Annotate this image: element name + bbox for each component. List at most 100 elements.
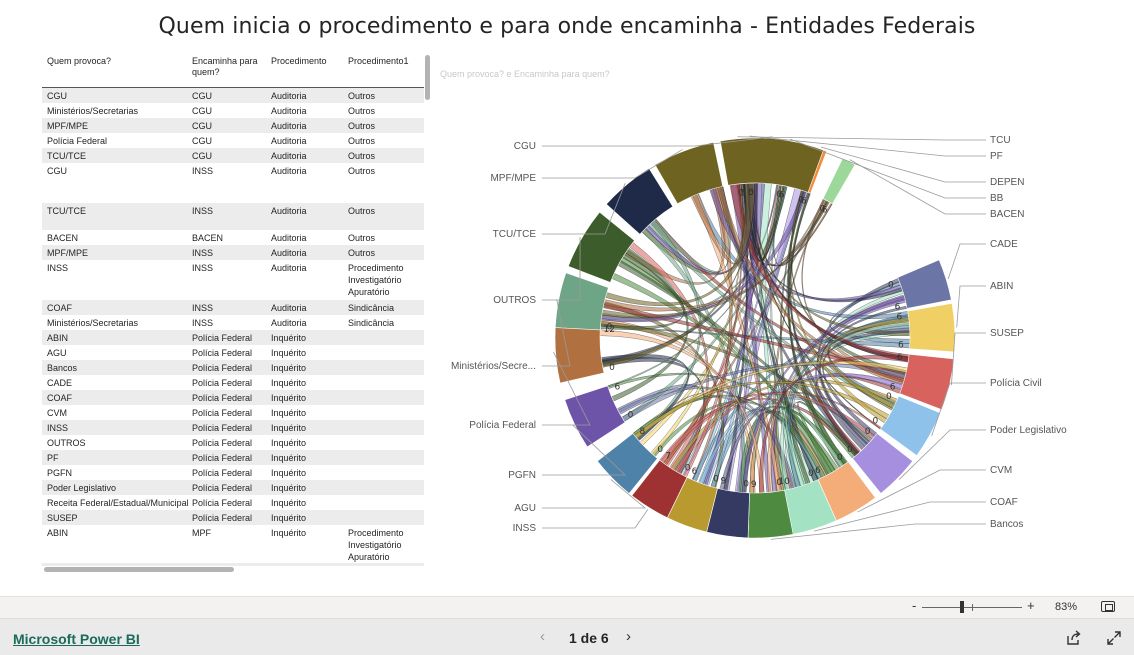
chord-entity-label: OUTROS xyxy=(493,295,536,306)
chord-tick-label: 5 xyxy=(741,188,747,198)
chord-arc[interactable] xyxy=(907,302,956,353)
table-cell: Auditoria xyxy=(271,233,307,243)
chord-leader-line xyxy=(951,332,986,386)
chord-tick-label: 9 xyxy=(721,477,727,487)
table-row[interactable]: BACEN BACEN Auditoria Outros xyxy=(42,230,424,245)
table-row[interactable]: Ministérios/Secretarias INSS Auditoria Sind… xyxy=(42,315,424,330)
table-row[interactable]: PF Polícia Federal Inquérito xyxy=(42,450,424,465)
chord-arc[interactable] xyxy=(822,157,856,205)
table-cell: CVM xyxy=(47,408,67,418)
table-row[interactable]: COAF Polícia Federal Inquérito xyxy=(42,390,424,405)
table-row[interactable]: CVM Polícia Federal Inquérito xyxy=(42,405,424,420)
table-row[interactable]: COAF INSS Auditoria Sindicância xyxy=(42,300,424,315)
zoom-percentage: 83% xyxy=(1055,601,1078,613)
table-row[interactable]: Ministérios/Secretarias CGU Auditoria Outro… xyxy=(42,103,424,118)
chevron-right-icon[interactable]: › xyxy=(626,628,631,645)
share-icon[interactable] xyxy=(1066,630,1082,646)
table-cell: Ministérios/Secretarias xyxy=(47,318,139,328)
chord-tick-label: 0 xyxy=(888,280,894,290)
column-header-procedimento1[interactable]: Procedimento1 xyxy=(348,56,424,67)
chord-arc[interactable] xyxy=(554,272,609,331)
chord-tick-label: 6 xyxy=(615,383,621,393)
table-cell: TCU/TCE xyxy=(47,151,86,161)
table-row[interactable]: MPF/MPE CGU Auditoria Outros xyxy=(42,118,424,133)
column-header-procedimento[interactable]: Procedimento xyxy=(271,56,341,67)
column-header-encaminha[interactable]: Encaminha para quem? xyxy=(192,56,262,78)
table-row[interactable]: Poder Legislativo Polícia Federal Inquérit… xyxy=(42,480,424,495)
table-row[interactable]: INSS Polícia Federal Inquérito xyxy=(42,420,424,435)
table-row[interactable]: CGU INSS Auditoria Outros xyxy=(42,163,424,203)
table-cell: Outros xyxy=(348,233,376,243)
chord-tick-label: 6 xyxy=(822,206,828,216)
table-row[interactable]: Bancos Polícia Federal Inquérito xyxy=(42,360,424,375)
power-bi-link[interactable]: Microsoft Power BI xyxy=(13,631,140,647)
table-cell: SUSEP xyxy=(47,513,78,523)
chord-tick-label: 5 xyxy=(748,188,754,198)
table-row[interactable]: Receita Federal/Estadual/Municipal Políci… xyxy=(42,495,424,510)
table-cell: ABIN xyxy=(47,528,69,538)
report-title: Quem inicia o procedimento e para onde e… xyxy=(158,14,976,39)
table-cell: INSS xyxy=(192,166,214,176)
table-row[interactable]: MPF/MPE INSS Auditoria Outros xyxy=(42,245,424,260)
chord-tick-label: 6 xyxy=(779,190,785,200)
table-row[interactable]: CGU CGU Auditoria Outros xyxy=(42,88,424,103)
chord-entity-label: Bancos xyxy=(990,519,1023,530)
chord-tick-label: 0 xyxy=(607,323,613,333)
fit-to-page-icon[interactable] xyxy=(1101,601,1115,612)
table-row[interactable]: ABIN MPF Inquérito Procedimento Investigató… xyxy=(42,525,424,563)
chord-ribbons xyxy=(599,182,911,494)
table-row[interactable]: AGUMPFInquéritoProcedimento xyxy=(42,563,424,566)
table-row[interactable]: INSS INSS Auditoria Procedimento Investigat… xyxy=(42,260,424,300)
table-row[interactable]: PGFN Polícia Federal Inquérito xyxy=(42,465,424,480)
table-row[interactable]: SUSEP Polícia Federal Inquérito xyxy=(42,510,424,525)
chord-tick-label: 0 xyxy=(847,445,853,455)
expand-icon[interactable] xyxy=(1106,630,1122,646)
table-cell: Auditoria xyxy=(271,136,307,146)
chord-entity-label: INSS xyxy=(513,523,537,534)
table-row[interactable]: TCU/TCE CGU Auditoria Outros xyxy=(42,148,424,163)
chord-arc[interactable] xyxy=(897,259,952,309)
table-cell: PGFN xyxy=(47,468,73,478)
zoom-slider-thumb[interactable] xyxy=(960,601,964,613)
report-canvas: Quem inicia o procedimento e para onde e… xyxy=(0,0,1134,596)
table-cell: Auditoria xyxy=(271,248,307,258)
chord-arc[interactable] xyxy=(567,211,635,283)
table-cell: BACEN xyxy=(47,233,79,243)
table-cell: Inquérito xyxy=(271,483,307,493)
chord-entity-label: CGU xyxy=(514,141,536,152)
chord-tick-label: 8 xyxy=(639,427,645,437)
zoom-in-button[interactable]: + xyxy=(1027,598,1035,613)
table-header: Quem provoca? Encaminha para quem? Proce… xyxy=(42,52,424,88)
chord-entity-label: CVM xyxy=(990,465,1012,476)
column-header-quem-provoca[interactable]: Quem provoca? xyxy=(47,56,187,67)
table-cell: Inquérito xyxy=(271,513,307,523)
table-cell: Inquérito xyxy=(271,423,307,433)
table-cell: Auditoria xyxy=(271,91,307,101)
table-row[interactable]: OUTROS Polícia Federal Inquérito xyxy=(42,435,424,450)
table-cell: Polícia Federal xyxy=(192,348,253,358)
table-row[interactable]: CADE Polícia Federal Inquérito xyxy=(42,375,424,390)
chord-tick-label: 6 xyxy=(897,353,903,363)
chord-entity-label: ABIN xyxy=(990,281,1013,292)
zoom-slider-tick xyxy=(972,604,973,611)
table-cell: Auditoria xyxy=(271,318,307,328)
table-cell: Outros xyxy=(348,121,376,131)
chord-chart[interactable]: 05 05060606066666000006010090906070806012… xyxy=(430,80,1080,580)
table-cell: CGU xyxy=(192,121,212,131)
zoom-out-button[interactable]: - xyxy=(912,598,916,613)
table-cell: INSS xyxy=(192,248,214,258)
table-cell: Polícia Federal xyxy=(192,483,253,493)
data-table[interactable]: Quem provoca? Encaminha para quem? Proce… xyxy=(42,52,426,566)
chord-leader-line xyxy=(542,509,649,529)
table-row[interactable]: ABIN Polícia Federal Inquérito xyxy=(42,330,424,345)
table-row[interactable]: TCU/TCE INSS Auditoria Outros xyxy=(42,203,424,230)
table-row[interactable]: AGU Polícia Federal Inquérito xyxy=(42,345,424,360)
table-row[interactable]: Polícia Federal CGU Auditoria Outros xyxy=(42,133,424,148)
chord-entity-label: Ministérios/Secre... xyxy=(451,361,536,372)
table-cell: Ministérios/Secretarias xyxy=(47,106,139,116)
chord-tick-label: 0 xyxy=(808,469,814,479)
table-cell: Bancos xyxy=(47,363,78,373)
table-horizontal-scrollbar[interactable] xyxy=(44,567,234,572)
chevron-left-icon[interactable]: ‹ xyxy=(540,628,545,645)
chord-entity-label: Polícia Federal xyxy=(469,420,536,431)
